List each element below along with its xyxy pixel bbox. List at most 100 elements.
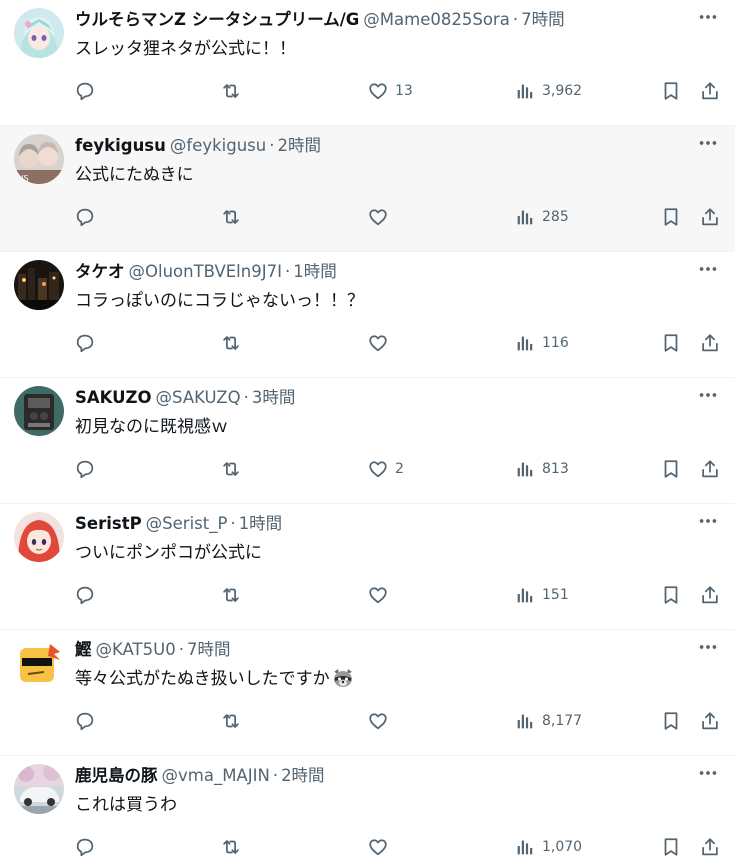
heart-icon <box>367 206 389 228</box>
retweet-button[interactable] <box>220 328 242 358</box>
timestamp[interactable]: 7時間 <box>187 640 231 659</box>
share-icon <box>699 584 721 606</box>
timestamp[interactable]: 1時間 <box>239 514 283 533</box>
display-name[interactable]: feykigusu <box>75 136 166 155</box>
raccoon-emoji <box>330 669 354 689</box>
display-name[interactable]: SAKUZO <box>75 388 152 407</box>
tweet[interactable]: ウルそらマンZ シータシュプリーム/G @Mame0825Sora · 7時間 スレッタ… <box>0 0 735 126</box>
avatar[interactable] <box>14 638 64 688</box>
like-button[interactable] <box>367 580 389 610</box>
more-options-button[interactable] <box>691 8 725 30</box>
display-name[interactable]: ウルそらマンZ シータシュプリーム/G <box>75 10 359 29</box>
tweet[interactable]: SeristP @Serist_P · 1時間 ついにポンポコが公式に 151 <box>0 504 735 630</box>
reply-button[interactable] <box>74 706 96 736</box>
share-button[interactable] <box>699 76 721 106</box>
reply-button[interactable] <box>74 76 96 106</box>
reply-icon <box>74 710 96 732</box>
share-icon <box>699 458 721 480</box>
retweet-button[interactable] <box>220 832 242 862</box>
tweet[interactable]: 鹿児島の豚 @vma_MAJIN · 2時間 これは買うわ 1,070 <box>0 756 735 867</box>
display-name[interactable]: 鰹 <box>75 640 92 659</box>
timestamp[interactable]: 7時間 <box>521 10 565 29</box>
more-icon <box>697 510 719 536</box>
reply-button[interactable] <box>74 580 96 610</box>
bookmark-button[interactable] <box>660 202 682 232</box>
views-button[interactable]: 285 <box>514 202 569 232</box>
views-button[interactable]: 1,070 <box>514 832 582 862</box>
timestamp[interactable]: 3時間 <box>252 388 296 407</box>
reply-button[interactable] <box>74 202 96 232</box>
views-button[interactable]: 3,962 <box>514 76 582 106</box>
anime-group-avatar: VS <box>14 134 64 184</box>
like-button[interactable] <box>367 832 389 862</box>
user-handle[interactable]: @SAKUZQ <box>156 388 241 407</box>
user-handle[interactable]: @Mame0825Sora <box>363 10 510 29</box>
like-button[interactable] <box>367 328 389 358</box>
like-button[interactable] <box>367 706 389 736</box>
timestamp[interactable]: 2時間 <box>278 136 322 155</box>
share-button[interactable] <box>699 328 721 358</box>
more-options-button[interactable] <box>691 764 725 786</box>
user-handle[interactable]: @vma_MAJIN <box>162 766 270 785</box>
timestamp[interactable]: 1時間 <box>293 262 337 281</box>
user-handle[interactable]: @KAT5U0 <box>96 640 176 659</box>
share-button[interactable] <box>699 832 721 862</box>
avatar[interactable] <box>14 260 64 310</box>
reply-button[interactable] <box>74 328 96 358</box>
like-button[interactable]: 13 <box>367 76 413 106</box>
retweet-button[interactable] <box>220 580 242 610</box>
reply-button[interactable] <box>74 454 96 484</box>
bookmark-button[interactable] <box>660 454 682 484</box>
bookmark-icon <box>660 206 682 228</box>
avatar[interactable]: VS <box>14 134 64 184</box>
bookmark-icon <box>660 836 682 858</box>
views-button[interactable]: 151 <box>514 580 569 610</box>
retweet-icon <box>220 836 242 858</box>
retweet-button[interactable] <box>220 706 242 736</box>
timestamp[interactable]: 2時間 <box>281 766 325 785</box>
more-options-button[interactable] <box>691 512 725 534</box>
more-options-button[interactable] <box>691 386 725 408</box>
reply-button[interactable] <box>74 832 96 862</box>
tweet[interactable]: 鰹 @KAT5U0 · 7時間 等々公式がたぬき扱いしたですか 8,177 <box>0 630 735 756</box>
bookmark-button[interactable] <box>660 580 682 610</box>
user-handle[interactable]: @feykigusu <box>170 136 266 155</box>
bookmark-button[interactable] <box>660 328 682 358</box>
views-count: 813 <box>542 461 569 477</box>
tweet-actions: 285 <box>0 202 735 232</box>
like-button[interactable]: 2 <box>367 454 404 484</box>
tweet-text: コラっぽいのにコラじゃないっ！！？ <box>75 288 364 314</box>
car-avatar <box>14 764 64 814</box>
bookmark-button[interactable] <box>660 76 682 106</box>
like-button[interactable] <box>367 202 389 232</box>
tweet[interactable]: VS feykigusu @feykigusu · 2時間 公式にたぬきに 285 <box>0 126 735 252</box>
more-options-button[interactable] <box>691 134 725 156</box>
retweet-button[interactable] <box>220 454 242 484</box>
share-button[interactable] <box>699 454 721 484</box>
more-options-button[interactable] <box>691 638 725 660</box>
bookmark-icon <box>660 710 682 732</box>
tweet[interactable]: SAKUZO @SAKUZQ · 3時間 初見なのに既視感ｗ 2 813 <box>0 378 735 504</box>
user-handle[interactable]: @OluonTBVEln9J7I <box>129 262 282 281</box>
share-button[interactable] <box>699 706 721 736</box>
user-handle[interactable]: @Serist_P <box>146 514 228 533</box>
avatar[interactable] <box>14 764 64 814</box>
display-name[interactable]: タケオ <box>75 262 125 281</box>
retweet-button[interactable] <box>220 202 242 232</box>
views-button[interactable]: 8,177 <box>514 706 582 736</box>
avatar[interactable] <box>14 8 64 58</box>
bookmark-button[interactable] <box>660 706 682 736</box>
tweet[interactable]: タケオ @OluonTBVEln9J7I · 1時間 コラっぽいのにコラじゃないっ！！？… <box>0 252 735 378</box>
avatar[interactable] <box>14 512 64 562</box>
display-name[interactable]: 鹿児島の豚 <box>75 766 158 785</box>
more-options-button[interactable] <box>691 260 725 282</box>
views-button[interactable]: 116 <box>514 328 569 358</box>
more-icon <box>697 258 719 284</box>
bookmark-button[interactable] <box>660 832 682 862</box>
share-button[interactable] <box>699 202 721 232</box>
share-button[interactable] <box>699 580 721 610</box>
views-button[interactable]: 813 <box>514 454 569 484</box>
avatar[interactable] <box>14 386 64 436</box>
retweet-button[interactable] <box>220 76 242 106</box>
display-name[interactable]: SeristP <box>75 514 142 533</box>
